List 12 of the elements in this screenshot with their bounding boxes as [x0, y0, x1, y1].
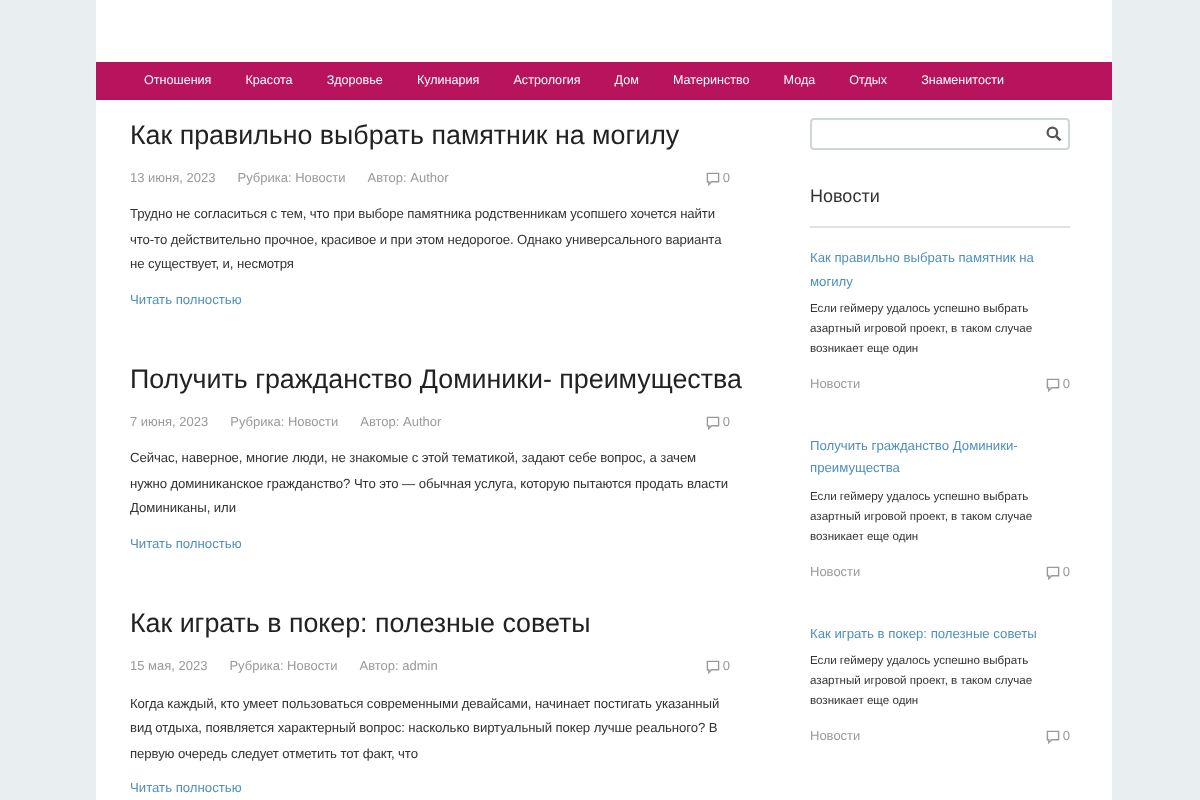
post-title[interactable]: Получить гражданство Доминики- преимущества: [130, 357, 742, 402]
comment-icon: [706, 660, 721, 675]
search-field[interactable]: [810, 117, 1070, 150]
post-title[interactable]: Как играть в покер: полезные советы: [130, 601, 591, 646]
comment-icon: [1046, 730, 1061, 745]
post-title[interactable]: Как правильно выбрать памятник на могилу: [130, 113, 680, 158]
search-icon: [1046, 125, 1062, 142]
widget-title: Новости: [810, 183, 1070, 229]
comment-icon: [706, 416, 721, 431]
comment-icon: [1046, 566, 1061, 581]
comment-icon: [1046, 378, 1061, 393]
comment-icon: [706, 171, 721, 186]
